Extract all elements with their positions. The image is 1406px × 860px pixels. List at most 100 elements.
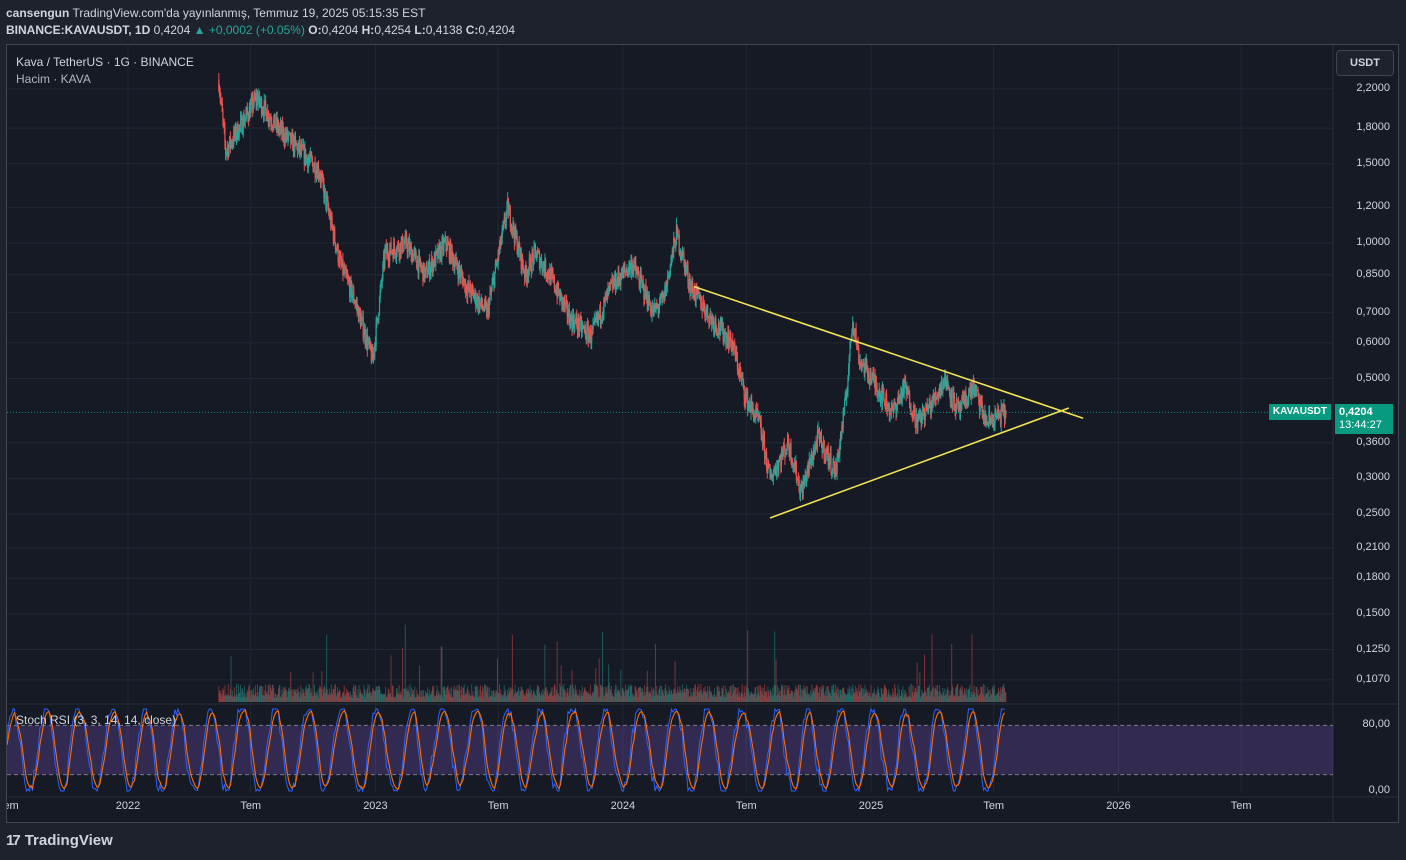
- candle-body: [506, 202, 508, 213]
- last-price: 0,4204: [153, 23, 191, 37]
- candle-body: [883, 392, 885, 399]
- volume-bar: [598, 658, 600, 702]
- volume-bar: [971, 634, 973, 702]
- time-tick-label: Tem: [735, 800, 757, 812]
- currency-button[interactable]: USDT: [1336, 50, 1394, 76]
- candle-body: [491, 284, 493, 290]
- candle-body: [274, 113, 276, 128]
- candle-body: [728, 339, 730, 348]
- candle-body: [736, 358, 739, 370]
- candle-body: [407, 243, 409, 253]
- volume-bar: [560, 665, 562, 702]
- close-label: C:: [465, 23, 479, 37]
- candle-body: [795, 462, 798, 481]
- candle-body: [313, 167, 315, 172]
- chart-background: [7, 45, 1398, 822]
- price-tag-value: 0,4204: [1339, 406, 1373, 419]
- volume-legend[interactable]: Hacim · KAVA: [16, 71, 194, 88]
- candle-body: [401, 236, 404, 252]
- low-label: L:: [414, 23, 426, 37]
- candle-body: [324, 188, 326, 192]
- tradingview-logo-icon: 17: [6, 832, 21, 849]
- high-value: 0,4254: [374, 23, 412, 37]
- candle-body: [222, 111, 224, 120]
- candle-body: [951, 388, 953, 405]
- author-name[interactable]: cansengun: [6, 6, 69, 20]
- price-tick-label: 0,3000: [1356, 471, 1390, 484]
- time-tick-label: 2026: [1106, 800, 1131, 812]
- candle-body: [415, 252, 417, 263]
- candle-body: [768, 462, 770, 464]
- candle-body: [553, 276, 556, 289]
- brand-name: TradingView: [24, 832, 113, 849]
- candle-body: [956, 399, 958, 404]
- time-tick-label: 2023: [363, 800, 388, 812]
- stoch-rsi-legend[interactable]: Stoch RSI (3, 3, 14, 14, close): [16, 713, 176, 727]
- candle-body: [427, 274, 429, 278]
- candle-body: [832, 462, 834, 470]
- time-tick-label: Tem: [240, 800, 262, 812]
- candle-body: [667, 276, 669, 285]
- price-tick-label: 0,2100: [1356, 541, 1390, 554]
- candle-body: [508, 208, 510, 216]
- candle-body: [968, 393, 970, 404]
- candle-body: [344, 269, 346, 274]
- candle-body: [822, 446, 824, 454]
- candle-body: [311, 158, 313, 163]
- price-tick-label: 0,3600: [1356, 435, 1390, 448]
- candle-body: [494, 272, 496, 288]
- candle-body: [643, 284, 645, 300]
- ohlc-line: BINANCE:KAVAUSDT, 1D 0,4204 ▲ +0,0002 (+…: [6, 23, 515, 37]
- price-tick-label: 2,2000: [1356, 81, 1390, 94]
- price-tick-label: 0,6000: [1356, 335, 1390, 348]
- candle-body: [225, 142, 227, 154]
- open-value: 0,4204: [321, 23, 359, 37]
- chart-legend: Kava / TetherUS · 1G · BINANCE Hacim · K…: [16, 54, 194, 88]
- publish-header: cansengun TradingView.com'da yayınlanmış…: [0, 0, 1406, 44]
- volume-bar: [230, 656, 232, 702]
- price-tick-label: 0,8500: [1356, 267, 1390, 280]
- candle-body: [914, 408, 916, 426]
- price-change: ▲ +0,0002 (+0.05%): [193, 23, 305, 37]
- volume-bar: [1005, 692, 1007, 702]
- price-tick-label: 0,2500: [1356, 507, 1390, 519]
- volume-bar: [441, 646, 443, 702]
- candle-body: [707, 304, 709, 317]
- rsi-tick-label: 0,00: [1368, 784, 1390, 796]
- candle-body: [404, 235, 406, 244]
- candle-body: [683, 254, 685, 260]
- candle-body: [265, 108, 267, 121]
- candle-body: [592, 324, 594, 330]
- price-tick-label: 1,5000: [1356, 156, 1390, 169]
- price-chart[interactable]: [7, 45, 1399, 823]
- candle-body: [331, 216, 333, 226]
- volume-bar: [390, 655, 392, 702]
- candle-body: [715, 326, 718, 333]
- price-tick-label: 1,8000: [1356, 121, 1390, 134]
- chart-frame[interactable]: Kava / TetherUS · 1G · BINANCE Hacim · K…: [6, 44, 1399, 823]
- price-tick-label: 0,1500: [1356, 606, 1390, 619]
- candle-body: [334, 229, 336, 243]
- candle-body: [363, 335, 365, 338]
- tradingview-brand[interactable]: 17 TradingView: [6, 832, 113, 849]
- candle-body: [778, 458, 781, 462]
- publish-date: TradingView.com'da yayınlanmış, Temmuz 1…: [72, 6, 426, 20]
- candle-body: [823, 440, 825, 459]
- time-tick-label: 2022: [115, 800, 141, 812]
- symbol-name: BINANCE:KAVAUSDT, 1D: [6, 23, 151, 37]
- candle-body: [534, 245, 537, 251]
- price-tick-label: 1,0000: [1356, 236, 1390, 248]
- bar-countdown: 13:44:27: [1339, 419, 1382, 432]
- price-tick-label: 0,1800: [1356, 571, 1390, 584]
- price-tick-label: 0,7000: [1356, 305, 1390, 318]
- candle-body: [624, 267, 626, 271]
- time-tick-label: Tem: [1230, 800, 1252, 812]
- candle-body: [830, 453, 832, 473]
- price-tick-label: 0,5000: [1356, 371, 1390, 384]
- series-title[interactable]: Kava / TetherUS · 1G · BINANCE: [16, 54, 194, 71]
- candle-body: [977, 390, 979, 393]
- open-label: O:: [308, 23, 322, 37]
- price-tick-label: 1,2000: [1356, 200, 1390, 213]
- low-value: 0,4138: [425, 23, 463, 37]
- candle-body: [778, 461, 780, 471]
